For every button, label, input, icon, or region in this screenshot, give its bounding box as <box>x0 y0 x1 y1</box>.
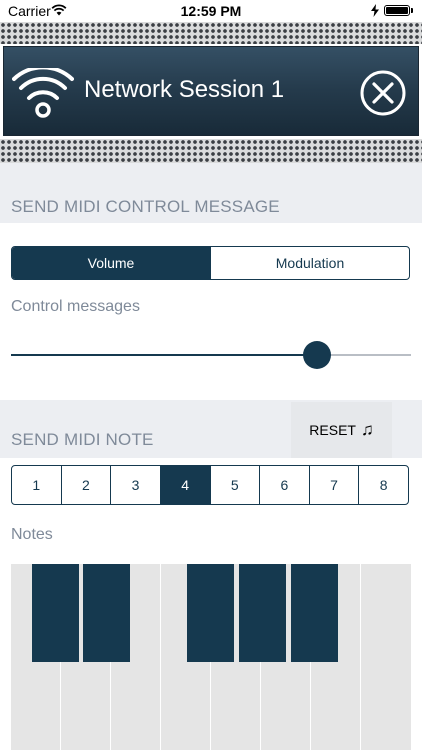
octave-3[interactable]: 3 <box>110 466 160 504</box>
octave-selector: 1 2 3 4 5 6 7 8 <box>11 465 409 505</box>
wifi-icon <box>12 68 74 118</box>
control-slider-thumb[interactable] <box>303 341 331 369</box>
reset-label: RESET <box>309 422 356 438</box>
reset-button[interactable]: RESET ♫ <box>291 402 392 458</box>
note-section-title: SEND MIDI NOTE <box>11 430 154 449</box>
session-title: Network Session 1 <box>84 76 285 103</box>
piano-keyboard <box>11 564 411 750</box>
notes-label: Notes <box>11 526 53 543</box>
musical-note-icon: ♫ <box>360 420 374 439</box>
session-header: Network Session 1 <box>3 46 419 136</box>
piano-white-key-c-high[interactable] <box>361 564 411 750</box>
close-icon[interactable] <box>360 70 406 116</box>
octave-4[interactable]: 4 <box>159 466 210 504</box>
piano-black-key-g-sharp[interactable] <box>239 564 286 662</box>
octave-6[interactable]: 6 <box>259 466 309 504</box>
octave-1[interactable]: 1 <box>12 466 61 504</box>
tab-modulation[interactable]: Modulation <box>210 247 409 279</box>
speaker-grille-bottom <box>0 139 422 163</box>
status-time: 12:59 PM <box>180 3 242 19</box>
octave-8[interactable]: 8 <box>358 466 408 504</box>
slider-track-empty <box>317 354 411 356</box>
charging-icon <box>371 4 379 17</box>
tab-volume[interactable]: Volume <box>12 247 210 279</box>
octave-2[interactable]: 2 <box>60 466 111 504</box>
control-section-title: SEND MIDI CONTROL MESSAGE <box>11 197 280 216</box>
battery-icon <box>384 5 410 16</box>
octave-7[interactable]: 7 <box>308 466 359 504</box>
piano-black-key-c-sharp[interactable] <box>32 564 79 662</box>
speaker-grille-top <box>0 22 422 44</box>
piano-black-key-d-sharp[interactable] <box>83 564 130 662</box>
battery-cap <box>411 8 413 13</box>
control-type-segmented: Volume Modulation <box>11 246 410 280</box>
octave-5[interactable]: 5 <box>209 466 260 504</box>
piano-black-key-a-sharp[interactable] <box>291 564 338 662</box>
piano-black-key-f-sharp[interactable] <box>187 564 234 662</box>
control-messages-label: Control messages <box>11 298 140 315</box>
slider-track-filled <box>11 354 317 356</box>
